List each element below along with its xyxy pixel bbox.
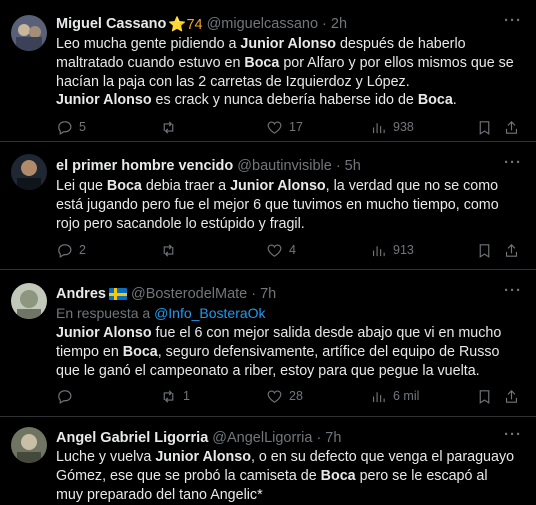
share-button[interactable] xyxy=(503,388,520,405)
avatar[interactable] xyxy=(11,427,47,463)
heart-icon xyxy=(267,244,282,257)
avatar[interactable] xyxy=(11,283,47,319)
more-icon[interactable]: ··· xyxy=(504,282,522,299)
tweet-text: Junior Alonso fue el 6 con mejor salida … xyxy=(56,325,502,379)
share-icon xyxy=(505,120,518,134)
more-icon[interactable]: ··· xyxy=(504,426,522,443)
reply-count: 5 xyxy=(79,120,86,134)
more-icon[interactable]: ··· xyxy=(504,12,522,29)
bookmark-button[interactable] xyxy=(476,119,493,136)
reply-button[interactable] xyxy=(56,388,79,405)
share-button[interactable] xyxy=(503,242,520,259)
separator-dot: · xyxy=(322,16,327,32)
tweet[interactable]: el primer hombre vencido @bautinvisible … xyxy=(0,142,536,270)
like-button[interactable]: 17 xyxy=(266,119,303,136)
author-name[interactable]: Angel Gabriel Ligorria xyxy=(56,430,208,446)
heart-icon xyxy=(267,390,282,403)
views-icon xyxy=(372,122,385,133)
like-button[interactable]: 28 xyxy=(266,388,303,405)
bookmark-button[interactable] xyxy=(476,242,493,259)
share-icon xyxy=(505,389,518,403)
bookmark-icon xyxy=(479,243,490,258)
avatar[interactable] xyxy=(11,154,47,190)
views-button[interactable]: 938 xyxy=(370,119,414,136)
like-count: 4 xyxy=(289,243,296,257)
tweet[interactable]: Andres @BosterodelMate · 7h ··· En respu… xyxy=(0,270,536,417)
views-icon xyxy=(372,391,385,402)
author-handle[interactable]: @bautinvisible xyxy=(237,158,332,174)
views-count: 6 mil xyxy=(393,389,420,403)
reply-icon xyxy=(58,243,72,258)
author-handle[interactable]: @BosterodelMate xyxy=(131,286,247,302)
reply-count: 2 xyxy=(79,243,86,257)
author-name[interactable]: Miguel Cassano xyxy=(56,16,166,32)
sweden-flag-icon xyxy=(108,288,127,300)
tweet-feed: Miguel Cassano ⭐74 @miguelcassano · 2h ·… xyxy=(0,0,536,505)
share-button[interactable] xyxy=(503,119,520,136)
author-name[interactable]: Andres xyxy=(56,286,106,302)
tweet-text: Luche y vuelva Junior Alonso, o en su de… xyxy=(56,449,515,503)
views-count: 938 xyxy=(393,120,414,134)
author-handle[interactable]: @miguelcassano xyxy=(207,16,318,32)
bookmark-icon xyxy=(479,389,490,404)
views-icon xyxy=(372,245,385,256)
retweet-button[interactable] xyxy=(160,119,183,136)
reply-to-line: En respuesta a @Info_BosteraOk xyxy=(56,304,266,323)
reply-icon xyxy=(58,389,72,404)
retweet-icon xyxy=(163,243,174,257)
tweet-actions: 2 4 913 xyxy=(56,240,522,260)
tweet[interactable]: Angel Gabriel Ligorria @AngelLigorria · … xyxy=(0,417,536,505)
author-handle[interactable]: @AngelLigorria xyxy=(212,430,312,446)
tweet-time[interactable]: 2h xyxy=(331,16,347,32)
separator-dot: · xyxy=(335,158,341,174)
tweet-text: Lei que Boca debia traer a Junior Alonso… xyxy=(56,178,499,232)
retweet-icon xyxy=(163,389,174,403)
reply-button[interactable]: 5 xyxy=(56,119,86,136)
heart-icon xyxy=(267,121,282,134)
reply-to-prefix: En respuesta a xyxy=(56,305,151,321)
retweet-count: 1 xyxy=(183,389,190,403)
retweet-button[interactable]: 1 xyxy=(160,388,190,405)
separator-dot: · xyxy=(316,430,322,446)
reply-icon xyxy=(58,120,72,135)
retweet-button[interactable] xyxy=(160,242,183,259)
tweet[interactable]: Miguel Cassano ⭐74 @miguelcassano · 2h ·… xyxy=(0,0,536,142)
share-icon xyxy=(505,243,518,257)
views-button[interactable]: 913 xyxy=(370,242,414,259)
tweet-actions: 5 17 938 xyxy=(56,117,522,137)
like-button[interactable]: 4 xyxy=(266,242,296,259)
author-name[interactable]: el primer hombre vencido xyxy=(56,158,233,174)
tweet-time[interactable]: 5h xyxy=(345,158,361,174)
tweet-time[interactable]: 7h xyxy=(260,286,276,302)
views-button[interactable]: 6 mil xyxy=(370,388,419,405)
avatar[interactable] xyxy=(11,15,47,51)
name-badge: ⭐74 xyxy=(168,16,203,33)
more-icon[interactable]: ··· xyxy=(504,154,522,171)
retweet-icon xyxy=(163,120,174,134)
reply-to-handle[interactable]: @Info_BosteraOk xyxy=(154,305,266,321)
tweet-text: Leo mucha gente pidiendo a Junior Alonso… xyxy=(56,36,514,109)
tweet-actions: 1 28 6 mil xyxy=(56,386,522,406)
bookmark-button[interactable] xyxy=(476,388,493,405)
like-count: 28 xyxy=(289,389,303,403)
separator-dot: · xyxy=(251,286,257,302)
like-count: 17 xyxy=(289,120,303,134)
bookmark-icon xyxy=(479,120,490,135)
reply-button[interactable]: 2 xyxy=(56,242,86,259)
views-count: 913 xyxy=(393,243,414,257)
tweet-time[interactable]: 7h xyxy=(325,430,341,446)
